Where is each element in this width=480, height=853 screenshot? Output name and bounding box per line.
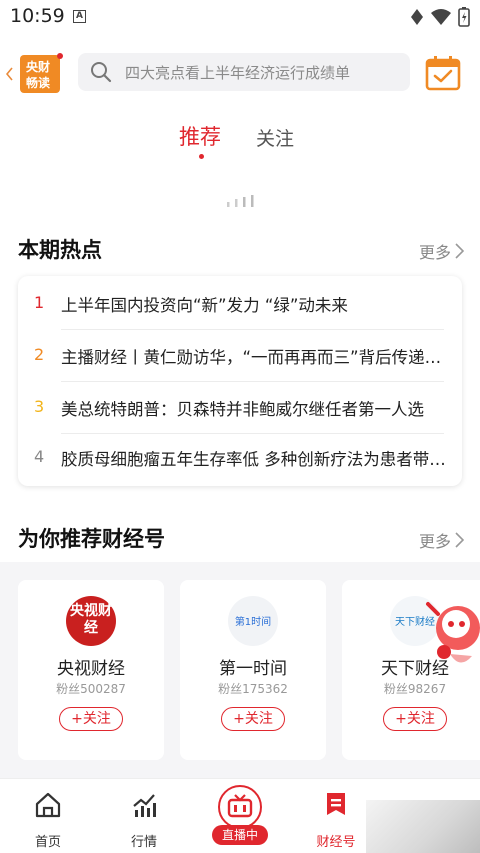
hot-rank: 4 — [34, 447, 45, 466]
follow-button[interactable]: +关注 — [383, 707, 447, 731]
hot-item[interactable]: 1 上半年国内投资向“新”发力 “绿”动未来 — [18, 278, 462, 330]
active-tab-indicator — [199, 154, 204, 159]
logo-text-line1: 央财 — [26, 60, 51, 74]
hot-list-card: 1 上半年国内投资向“新”发力 “绿”动未来 2 主播财经丨黄仁勋访华，“一而再… — [18, 276, 462, 486]
hot-title: 主播财经丨黄仁勋访华，“一而再再而三”背后传递的信号 — [61, 348, 447, 367]
mascot-float-icon[interactable] — [420, 594, 480, 672]
bookmark-icon — [327, 793, 345, 815]
recommend-section-title: 为你推荐财经号 — [18, 527, 165, 551]
account-card[interactable]: 央视财经 央视财经 粉丝500287 +关注 — [18, 580, 164, 760]
hot-title: 胶质母细胞瘤五年生存率低 多种创新疗法为患者带来希望 — [61, 450, 447, 469]
status-icons — [410, 7, 470, 27]
nav-item-market[interactable]: 行情 — [96, 779, 192, 853]
wifi-icon — [431, 9, 451, 25]
chevron-right-icon — [455, 532, 464, 548]
recommend-more-link[interactable]: 更多 — [419, 528, 464, 552]
chevron-right-icon — [455, 243, 464, 259]
app-logo[interactable]: 央财 畅读 — [5, 52, 66, 96]
hot-rank: 2 — [34, 345, 45, 364]
live-circle — [218, 785, 262, 829]
nav-label: 首页 — [34, 835, 61, 850]
hot-title: 美总统特朗普：贝森特并非鲍威尔继任者第一人选 — [61, 400, 424, 419]
nav-label: 行情 — [130, 835, 157, 850]
hot-rank: 1 — [34, 293, 45, 312]
notification-icon: A — [73, 10, 86, 23]
account-name: 第一时间 — [219, 659, 287, 679]
overlay-shadow — [366, 800, 480, 853]
tv-icon — [227, 794, 253, 818]
status-time: 10:59 — [10, 5, 65, 27]
hot-more-label: 更多 — [418, 243, 451, 262]
search-bar[interactable]: 四大亮点看上半年经济运行成绩单 — [78, 53, 410, 91]
search-placeholder: 四大亮点看上半年经济运行成绩单 — [125, 64, 351, 82]
chart-icon — [133, 794, 156, 817]
signal-diamond-icon — [411, 9, 423, 25]
account-fans: 粉丝175362 — [218, 682, 288, 696]
account-logo-text: 央视财经 — [70, 603, 112, 636]
hot-item[interactable]: 2 主播财经丨黄仁勋访华，“一而再再而三”背后传递的信号 — [18, 330, 462, 382]
nav-item-live[interactable]: 直播中 — [192, 779, 288, 853]
tab-follow[interactable]: 关注 — [256, 124, 294, 151]
status-bar: 10:59 A — [0, 0, 480, 34]
account-logo-text: 第1时间 — [234, 617, 272, 628]
search-icon — [91, 62, 112, 83]
account-card[interactable]: 第1时间 第一时间 粉丝175362 +关注 — [180, 580, 326, 760]
account-logo: 央视财经 — [66, 596, 116, 646]
calendar-checkin-icon[interactable] — [424, 54, 462, 92]
battery-icon — [458, 7, 470, 27]
account-fans: 粉丝98267 — [383, 682, 447, 696]
nav-item-home[interactable]: 首页 — [0, 779, 96, 853]
follow-button[interactable]: +关注 — [221, 707, 285, 731]
recommend-more-label: 更多 — [418, 532, 451, 551]
logo-text-line2: 畅读 — [26, 76, 51, 90]
hot-rank: 3 — [34, 397, 45, 416]
hot-more-link[interactable]: 更多 — [419, 239, 464, 263]
hot-item[interactable]: 4 胶质母细胞瘤五年生存率低 多种创新疗法为患者带来希望 — [18, 432, 462, 484]
account-name: 央视财经 — [57, 659, 125, 679]
home-icon — [35, 792, 61, 818]
hot-section-title: 本期热点 — [18, 238, 102, 262]
loading-indicator-icon — [227, 195, 254, 207]
account-fans: 粉丝500287 — [56, 682, 126, 696]
follow-button[interactable]: +关注 — [59, 707, 123, 731]
hot-item[interactable]: 3 美总统特朗普：贝森特并非鲍威尔继任者第一人选 — [18, 382, 462, 434]
live-label: 直播中 — [212, 825, 268, 845]
account-logo: 第1时间 — [228, 596, 278, 646]
hot-title: 上半年国内投资向“新”发力 “绿”动未来 — [61, 296, 348, 315]
tab-recommend[interactable]: 推荐 — [179, 121, 221, 151]
